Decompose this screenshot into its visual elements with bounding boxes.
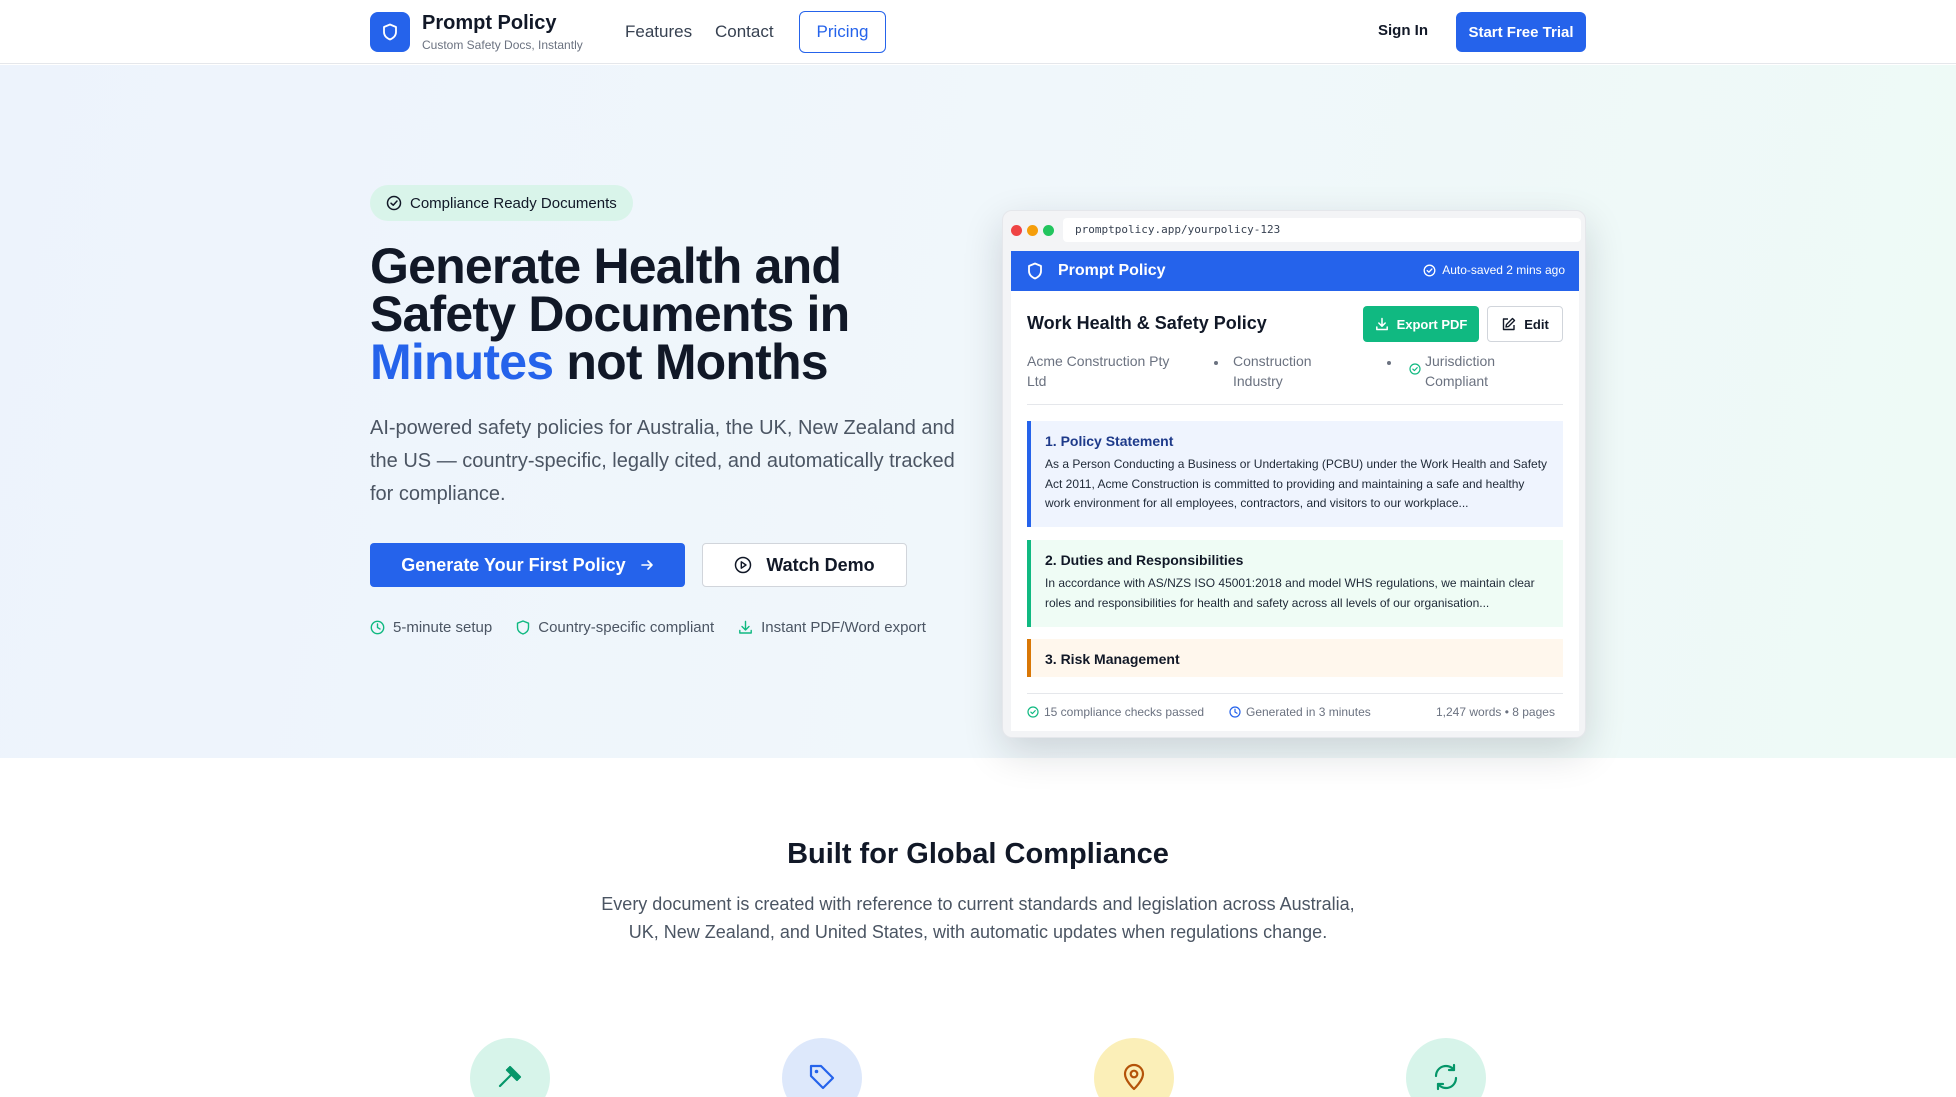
generate-policy-label: Generate Your First Policy [401,554,626,575]
section-title: 1. Policy Statement [1045,433,1174,449]
meta-jurisdiction-line1: Jurisdiction [1425,353,1496,369]
autosave-status: Auto-saved 2 mins ago [1423,263,1565,277]
feature-setup: 5-minute setup [370,619,492,636]
feature-export-label: Instant PDF/Word export [761,619,926,636]
meta-separator [1387,361,1391,365]
headline-line-1: Generate Health and [370,238,842,294]
hero-section: Compliance Ready Documents Generate Heal… [0,65,1956,758]
window-minimize-dot [1027,225,1038,236]
app-preview-window: promptpolicy.app/yourpolicy-123 Prompt P… [1002,210,1586,738]
section-title: 3. Risk Management [1045,651,1180,667]
feature-compliant: Country-specific compliant [516,619,714,636]
sign-in-button[interactable]: Sign In [1378,22,1428,39]
section-title: 2. Duties and Responsibilities [1045,552,1244,568]
autosave-label: Auto-saved 2 mins ago [1442,263,1565,277]
download-icon [739,620,753,634]
meta-jurisdiction: Jurisdiction Compliant [1425,351,1495,391]
check-circle-icon [1409,363,1421,375]
badge-label: Compliance Ready Documents [410,194,617,212]
nav-link-pricing[interactable]: Pricing [799,11,886,53]
divider [1027,693,1563,694]
meta-industry-line1: Construction [1233,353,1312,369]
meta-industry: Construction Industry [1233,351,1312,391]
nav-link-contact[interactable]: Contact [715,22,774,42]
edit-icon [1503,317,1516,330]
edit-button[interactable]: Edit [1487,306,1563,342]
shield-icon [517,620,530,635]
divider [1027,404,1563,405]
edit-label: Edit [1524,316,1549,332]
brand-name[interactable]: Prompt Policy [422,12,556,35]
document-title: Work Health & Safety Policy [1027,313,1267,333]
document-preview: Work Health & Safety Policy Export PDF E… [1011,291,1579,731]
footer-checks-label: 15 compliance checks passed [1044,705,1205,719]
feature-circle-updates [1406,1038,1486,1097]
window-maximize-dot [1043,225,1054,236]
top-nav: Prompt Policy Custom Safety Docs, Instan… [0,0,1956,64]
feature-circle-location [1094,1038,1174,1097]
refresh-icon [1434,1063,1458,1091]
tag-icon [809,1064,835,1090]
meta-separator [1214,361,1218,365]
headline-line-2: Safety Documents in [370,286,850,342]
policy-section-risk[interactable]: 3. Risk Management [1027,639,1563,677]
shield-logo-icon[interactable] [370,12,410,52]
footer-generated: Generated in 3 minutes [1229,705,1371,719]
hero-headline: Generate Health and Safety Documents in … [370,238,930,387]
meta-company: Acme Construction Pty Ltd [1027,351,1169,391]
download-icon [1375,317,1388,331]
generate-policy-button[interactable]: Generate Your First Policy [370,543,685,587]
section-title-compliance: Built for Global Compliance [787,838,1169,870]
brand-tagline: Custom Safety Docs, Instantly [422,38,583,52]
play-circle-icon [735,556,752,574]
section-body: In accordance with AS/NZS ISO 45001:2018… [1045,576,1535,610]
section-description-compliance: Every document is created with reference… [601,894,1355,942]
export-pdf-button[interactable]: Export PDF [1363,306,1479,342]
policy-section-duties[interactable]: 2. Duties and Responsibilities In accord… [1027,540,1563,627]
hero-subtext: AI-powered safety policies for Australia… [370,417,955,505]
arrow-right-icon [640,560,653,570]
shield-icon [1028,262,1042,280]
footer-word-count: 1,247 words • 8 pages [1436,705,1555,719]
url-bar: promptpolicy.app/yourpolicy-123 [1063,218,1581,242]
meta-company-line2: Ltd [1027,373,1047,389]
policy-section-statement[interactable]: 1. Policy Statement As a Person Conducti… [1027,421,1563,527]
section-body: As a Person Conducting a Business or Und… [1045,457,1548,510]
window-close-dot [1011,225,1022,236]
check-circle-icon [1423,264,1436,276]
watch-demo-button[interactable]: Watch Demo [702,543,907,587]
compliance-badge: Compliance Ready Documents [370,185,633,221]
meta-industry-line2: Industry [1233,373,1283,389]
check-circle-icon [386,195,402,211]
gavel-icon [498,1065,522,1088]
export-pdf-label: Export PDF [1396,316,1468,332]
watch-demo-label: Watch Demo [766,554,875,575]
feature-circle-legislation [470,1038,550,1097]
feature-setup-label: 5-minute setup [393,619,493,636]
app-title: Prompt Policy [1058,262,1166,279]
nav-link-features[interactable]: Features [625,22,692,42]
app-header: Prompt Policy Auto-saved 2 mins ago [1011,251,1579,291]
map-pin-icon [1123,1063,1145,1091]
hero-feature-list: 5-minute setup Country-specific complian… [370,619,926,636]
meta-jurisdiction-line2: Compliant [1425,373,1489,389]
feature-compliant-label: Country-specific compliant [538,619,715,636]
headline-rest: not Months [553,334,828,390]
feature-export: Instant PDF/Word export [738,619,926,636]
clock-icon [370,620,385,635]
feature-circle-tagging [782,1038,862,1097]
headline-line-3: Minutes not Months [370,337,930,387]
check-circle-icon [1027,706,1039,718]
headline-highlight: Minutes [370,334,554,390]
clock-icon [1229,706,1241,718]
footer-generated-label: Generated in 3 minutes [1246,705,1371,719]
footer-checks: 15 compliance checks passed [1027,705,1204,719]
start-free-trial-button[interactable]: Start Free Trial [1456,12,1586,52]
meta-company-line1: Acme Construction Pty [1027,353,1170,369]
